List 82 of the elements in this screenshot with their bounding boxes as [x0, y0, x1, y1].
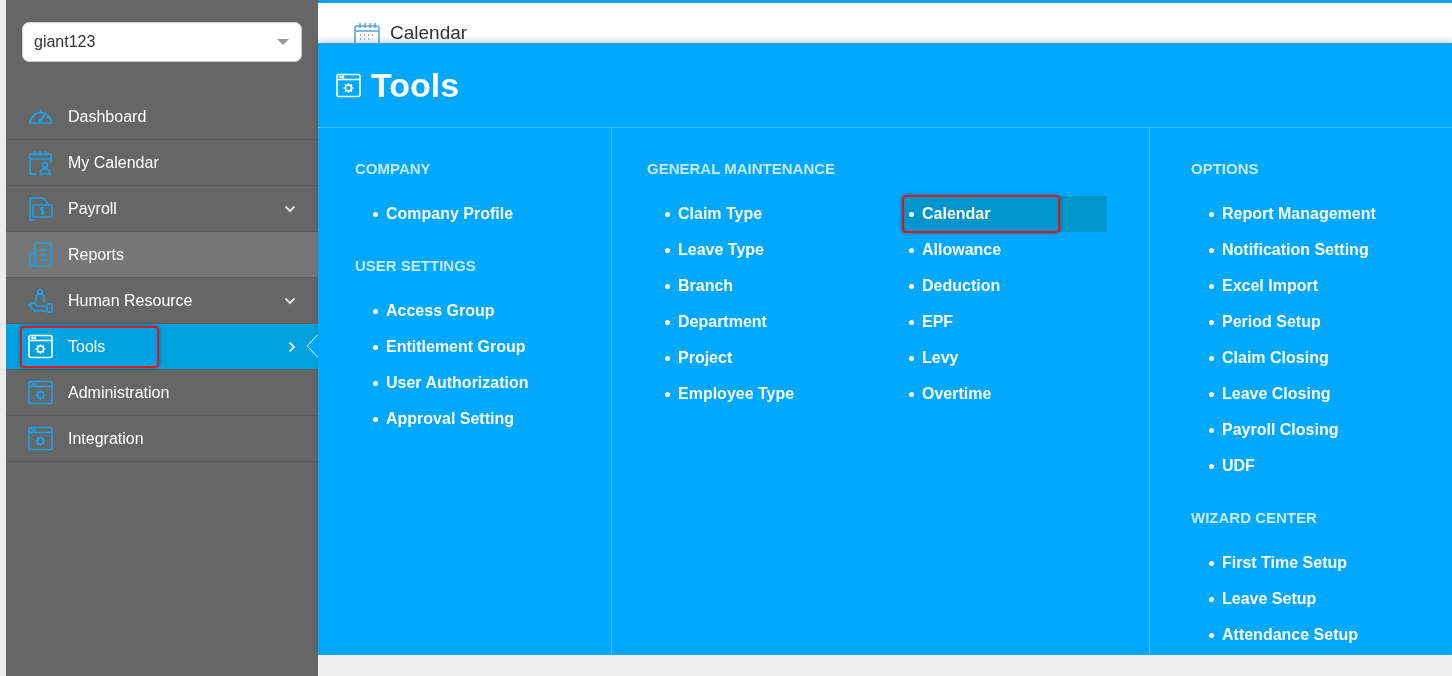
bullet-icon: [1209, 463, 1214, 469]
menu-link[interactable]: Project: [659, 340, 903, 376]
bullet-icon: [909, 355, 914, 361]
menu-link[interactable]: Allowance: [903, 232, 1107, 268]
account-select[interactable]: giant123: [22, 22, 302, 62]
bullet-icon: [909, 247, 914, 253]
gear-window-icon: [28, 380, 53, 405]
menu-link[interactable]: Period Setup: [1203, 304, 1452, 340]
gear-window-icon: [336, 72, 361, 98]
bullet-icon: [1209, 247, 1214, 253]
menu-link[interactable]: Company Profile: [367, 196, 611, 232]
menu-link[interactable]: Leave Type: [659, 232, 903, 268]
menu-link[interactable]: Deduction: [903, 268, 1107, 304]
menu-link[interactable]: Approval Setting: [367, 401, 611, 437]
bullet-icon: [665, 319, 670, 325]
bullet-icon: [909, 283, 914, 289]
menu-link[interactable]: Calendar: [903, 196, 1107, 232]
banknote-icon: [28, 196, 53, 221]
bullet-icon: [373, 344, 378, 350]
bullet-icon: [1209, 427, 1214, 433]
bullet-icon: [373, 211, 378, 217]
gear-window-icon: [28, 426, 53, 451]
bullet-icon: [373, 308, 378, 314]
menu-link[interactable]: Claim Closing: [1203, 340, 1452, 376]
menu-link[interactable]: User Authorization: [367, 365, 611, 401]
bullet-icon: [1209, 596, 1214, 602]
menu-link[interactable]: Branch: [659, 268, 903, 304]
menu-link[interactable]: Claim Type: [659, 196, 903, 232]
page-title: Calendar: [390, 23, 468, 43]
menu-link[interactable]: Notification Setting: [1203, 232, 1452, 268]
sidebar-item[interactable]: Administration: [6, 370, 318, 416]
bullet-icon: [1209, 211, 1214, 217]
section-heading: USER SETTINGS: [355, 258, 477, 274]
bullet-icon: [1209, 319, 1214, 325]
panel-title: Tools: [371, 65, 460, 105]
menu-link[interactable]: EPF: [903, 304, 1107, 340]
menu-link[interactable]: Leave Setup: [1203, 581, 1452, 617]
menu-link[interactable]: Report Management: [1203, 196, 1452, 232]
bullet-icon: [373, 380, 378, 386]
bullet-icon: [1209, 391, 1214, 397]
section-heading: COMPANY: [355, 161, 432, 177]
document-icon: [28, 242, 53, 267]
bullet-icon: [373, 416, 378, 422]
sidebar-item[interactable]: Integration: [6, 416, 318, 462]
bullet-icon: [665, 247, 670, 253]
section-heading: GENERAL MAINTENANCE: [647, 161, 837, 177]
bullet-icon: [1209, 632, 1214, 638]
menu-link[interactable]: First Time Setup: [1203, 545, 1452, 581]
bullet-icon: [909, 391, 914, 397]
chevron-down-icon: [284, 204, 296, 213]
bullet-icon: [909, 319, 914, 325]
menu-link[interactable]: Excel Import: [1203, 268, 1452, 304]
bullet-icon: [1209, 355, 1214, 361]
bullet-icon: [1209, 283, 1214, 289]
gear-window-icon: [28, 334, 53, 359]
sidebar-item[interactable]: Reports: [6, 232, 318, 278]
calendar-person-icon: [28, 150, 53, 175]
menu-link[interactable]: Levy: [903, 340, 1107, 376]
chevron-right-icon: [288, 340, 296, 353]
menu-link[interactable]: Payroll Closing: [1203, 412, 1452, 448]
menu-link[interactable]: Leave Closing: [1203, 376, 1452, 412]
bullet-icon: [665, 391, 670, 397]
menu-link[interactable]: Entitlement Group: [367, 329, 611, 365]
menu-link[interactable]: Attendance Setup: [1203, 617, 1452, 653]
menu-link[interactable]: Employee Type: [659, 376, 903, 412]
chevron-down-icon: [284, 296, 296, 305]
menu-link[interactable]: Overtime: [903, 376, 1107, 412]
section-heading: WIZARD CENTER: [1191, 510, 1318, 526]
hand-person-icon: [28, 288, 53, 313]
bullet-icon: [665, 355, 670, 361]
menu-link[interactable]: UDF: [1203, 448, 1452, 484]
bullet-icon: [665, 211, 670, 217]
bullet-icon: [1209, 560, 1214, 566]
section-heading: OPTIONS: [1191, 161, 1260, 177]
caret-icon: [277, 39, 289, 45]
sidebar-item[interactable]: My Calendar: [6, 140, 318, 186]
sidebar-item[interactable]: Dashboard: [6, 94, 318, 140]
menu-link[interactable]: Department: [659, 304, 903, 340]
menu-link[interactable]: Access Group: [367, 293, 611, 329]
bullet-icon: [909, 211, 914, 217]
sidebar-item[interactable]: Tools: [6, 324, 318, 370]
bullet-icon: [665, 283, 670, 289]
